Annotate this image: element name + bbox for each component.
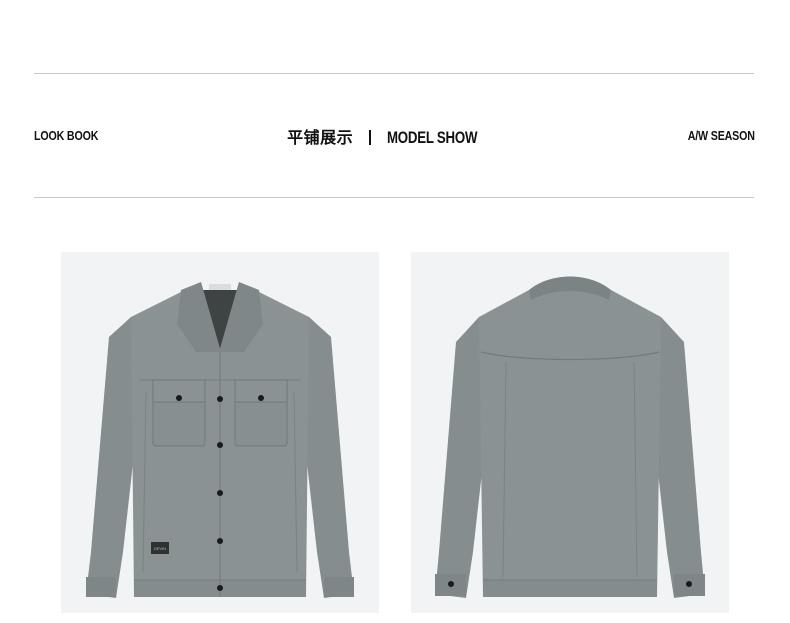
top-divider (34, 73, 754, 74)
jacket-front-image: DEVIN (61, 252, 379, 613)
bottom-divider (34, 197, 754, 198)
section-title-en: MODEL SHOW (387, 128, 478, 147)
section-title-cn: 平铺展示 (287, 128, 354, 147)
section-title: 平铺展示 MODEL SHOW (0, 124, 790, 148)
jacket-back-image (411, 252, 729, 613)
patch-text: DEVIN (154, 546, 166, 551)
season-label: A/W SEASON (687, 128, 755, 143)
title-separator (369, 130, 372, 145)
